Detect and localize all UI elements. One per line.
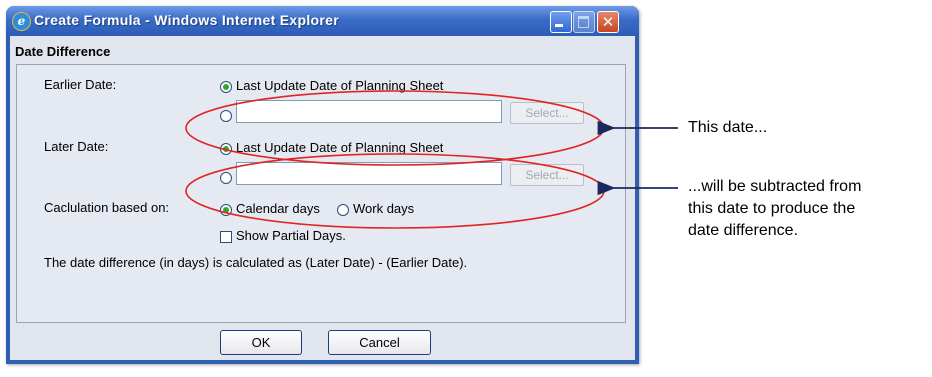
annotation-subtracted: ...will be subtracted from	[688, 178, 862, 195]
annotation-date-difference: date difference.	[688, 222, 799, 239]
annotation-this-date: This date...	[688, 119, 768, 136]
annotation-this-date-produce: this date to produce the	[688, 200, 856, 217]
